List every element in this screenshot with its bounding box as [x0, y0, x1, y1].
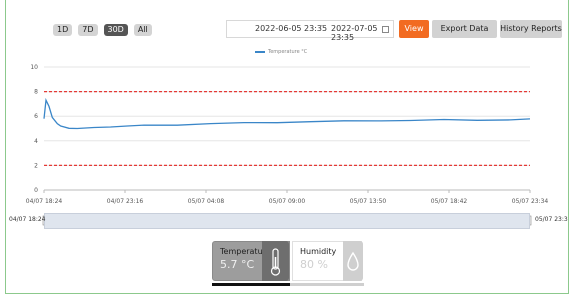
range-navigator[interactable]: [44, 213, 530, 229]
x-tick-label: 05/07 13:50: [350, 198, 387, 205]
x-tick-label: 05/07 23:34: [512, 198, 549, 205]
x-tick-label: 04/07 18:24: [26, 198, 63, 205]
y-tick-label: 6: [34, 113, 38, 120]
active-tab-indicator: [212, 283, 290, 286]
y-tick-label: 4: [34, 138, 38, 145]
navigator-end-label: 05/07 23:3: [535, 216, 568, 223]
x-tick-label: 05/07 04:08: [188, 198, 225, 205]
humidity-card-title: Humidity: [300, 247, 337, 256]
humidity-card-value: 80 %: [300, 258, 328, 271]
y-tick-label: 10: [30, 64, 38, 71]
thermometer-icon: [270, 248, 281, 276]
droplet-icon: [347, 251, 359, 271]
x-tick-label: 05/07 18:42: [431, 198, 468, 205]
temperature-card-value: 5.7 °C: [220, 258, 255, 271]
y-tick-label: 2: [34, 162, 38, 169]
thermometer-icon-panel: [262, 241, 289, 281]
droplet-icon-panel: [343, 241, 363, 281]
temperature-series-line: [43, 97, 531, 130]
navigator-start-label: 04/07 18:24: [9, 216, 46, 223]
y-tick-label: 8: [34, 89, 38, 96]
y-tick-label: 0: [34, 187, 38, 194]
x-tick-label: 05/07 09:00: [269, 198, 306, 205]
inactive-tab-indicator: [290, 283, 364, 286]
x-tick-label: 04/07 23:16: [107, 198, 144, 205]
